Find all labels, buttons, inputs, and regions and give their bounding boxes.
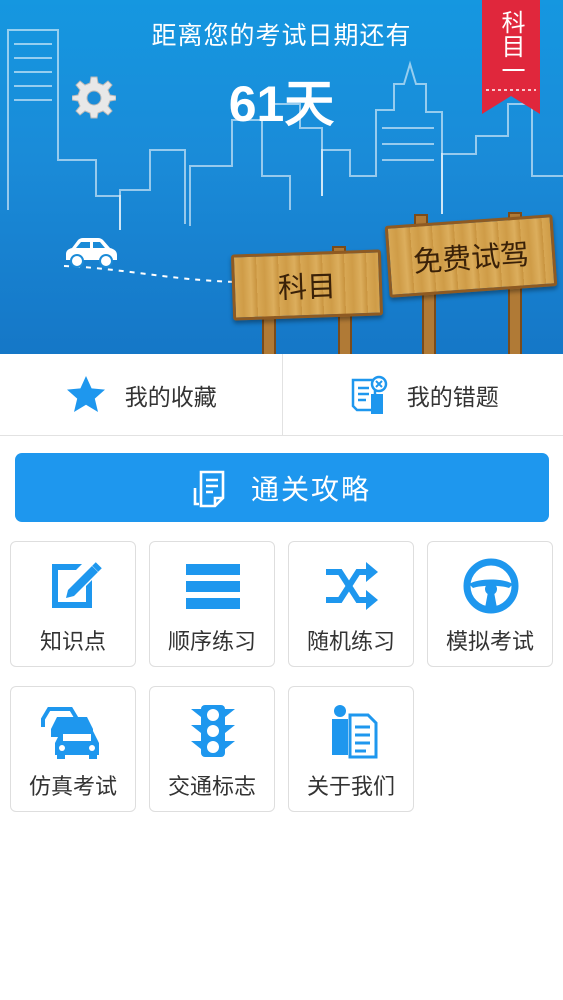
knowledge-points-tile[interactable]: 知识点 <box>10 541 136 667</box>
steering-wheel-icon <box>463 558 519 614</box>
subject-sign-label: 科目 <box>277 268 337 306</box>
subject-badge-label: 科目一 <box>497 10 525 82</box>
star-icon <box>66 375 105 412</box>
gear-icon[interactable] <box>71 76 117 120</box>
mock-exam-label: 模拟考试 <box>445 630 534 655</box>
my-mistakes-button[interactable]: 我的错题 <box>281 354 563 435</box>
free-test-drive-label: 免费试驾 <box>412 236 531 280</box>
list-icon <box>186 564 240 609</box>
knowledge-points-label: 知识点 <box>39 630 106 655</box>
car-icon <box>60 234 120 270</box>
subject-sign[interactable]: 科目 <box>230 249 384 321</box>
pass-strategy-label: 通关攻略 <box>250 472 371 506</box>
about-us-label: 关于我们 <box>306 775 395 800</box>
countdown-banner: 距离您的考试日期还有 61天 科目一 科目 免费试驾 <box>0 0 563 354</box>
my-favorites-label: 我的收藏 <box>124 384 217 411</box>
countdown-title: 距离您的考试日期还有 <box>151 21 412 50</box>
quick-actions-row: 我的收藏 我的错题 <box>0 354 563 436</box>
free-test-drive-sign[interactable]: 免费试驾 <box>384 214 558 298</box>
traffic-signs-label: 交通标志 <box>167 775 256 800</box>
cars-icon <box>41 707 99 759</box>
edit-icon <box>52 562 102 608</box>
subject-badge[interactable]: 科目一 <box>482 0 540 114</box>
pass-strategy-button[interactable]: 通关攻略 <box>15 453 549 522</box>
document-icon <box>193 470 225 507</box>
my-favorites-button[interactable]: 我的收藏 <box>0 354 282 435</box>
shuffle-icon <box>326 562 378 610</box>
about-us-tile[interactable]: 关于我们 <box>288 686 414 812</box>
simulation-exam-tile[interactable]: 仿真考试 <box>10 686 136 812</box>
mock-exam-tile[interactable]: 模拟考试 <box>427 541 553 667</box>
traffic-light-icon <box>191 705 235 757</box>
sequential-practice-label: 顺序练习 <box>167 630 256 655</box>
wrong-answers-icon <box>351 375 387 414</box>
about-icon <box>332 705 378 759</box>
random-practice-label: 随机练习 <box>306 630 395 655</box>
sequential-practice-tile[interactable]: 顺序练习 <box>149 541 275 667</box>
random-practice-tile[interactable]: 随机练习 <box>288 541 414 667</box>
my-mistakes-label: 我的错题 <box>406 384 499 411</box>
simulation-exam-label: 仿真考试 <box>28 775 117 800</box>
traffic-signs-tile[interactable]: 交通标志 <box>149 686 275 812</box>
